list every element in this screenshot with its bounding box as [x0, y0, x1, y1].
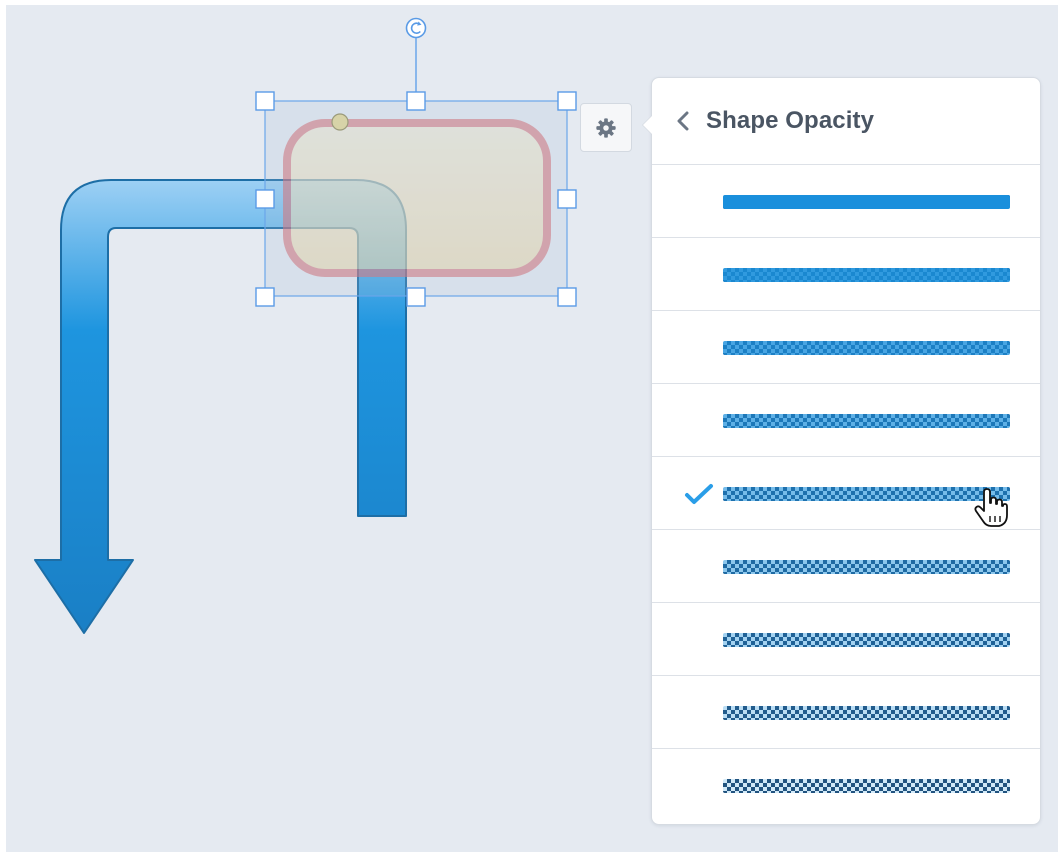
opacity-swatch [723, 341, 1010, 355]
selection-box [264, 37, 568, 297]
resize-handle-top[interactable] [406, 91, 426, 111]
resize-handle-right[interactable] [557, 189, 577, 209]
resize-handle-top-right[interactable] [557, 91, 577, 111]
resize-handle-bottom[interactable] [406, 287, 426, 307]
panel-pointer [642, 115, 652, 135]
resize-handle-bottom-left[interactable] [255, 287, 275, 307]
resize-handle-top-left[interactable] [255, 91, 275, 111]
resize-handle-left[interactable] [255, 189, 275, 209]
corner-radius-handle[interactable] [331, 113, 349, 131]
panel-title: Shape Opacity [706, 107, 875, 134]
opacity-swatch [723, 487, 1010, 501]
opacity-option[interactable] [652, 238, 1040, 311]
opacity-option[interactable] [652, 530, 1040, 603]
opacity-swatch [723, 414, 1010, 428]
rotate-icon[interactable] [405, 17, 427, 39]
opacity-option[interactable] [652, 165, 1040, 238]
opacity-swatch [723, 268, 1010, 282]
opacity-option[interactable] [652, 311, 1040, 384]
hand-cursor-icon [974, 488, 1008, 527]
opacity-swatch [723, 706, 1010, 720]
checkmark-icon [685, 484, 713, 504]
opacity-option[interactable] [652, 749, 1040, 822]
shape-settings-button[interactable] [580, 103, 632, 152]
opacity-swatch [723, 560, 1010, 574]
opacity-option[interactable] [652, 384, 1040, 457]
opacity-swatch [723, 779, 1010, 793]
gear-icon [596, 117, 616, 138]
chevron-left-icon [677, 111, 689, 131]
shape-opacity-panel: Shape Opacity [642, 77, 1041, 825]
panel-back-header[interactable]: Shape Opacity [652, 78, 1040, 165]
opacity-swatch [723, 633, 1010, 647]
opacity-option[interactable] [652, 676, 1040, 749]
resize-handle-bottom-right[interactable] [557, 287, 577, 307]
opacity-swatch [723, 195, 1010, 209]
opacity-option[interactable] [652, 603, 1040, 676]
